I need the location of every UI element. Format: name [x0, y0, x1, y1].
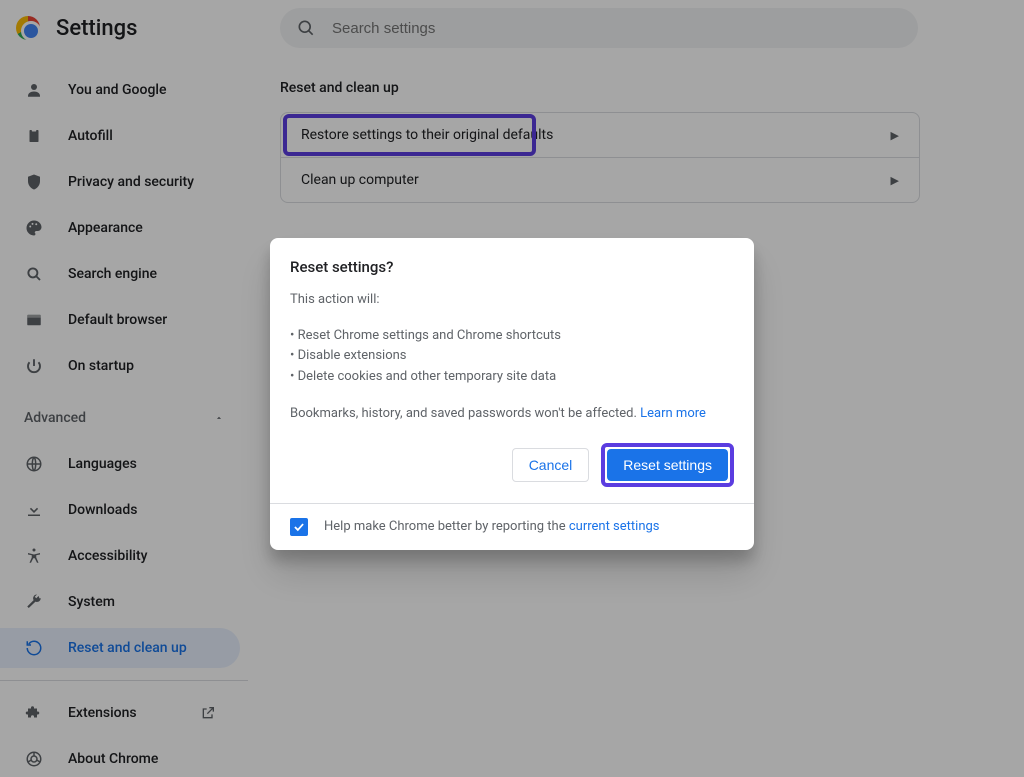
- dialog-title: Reset settings?: [290, 258, 734, 276]
- current-settings-link[interactable]: current settings: [569, 519, 660, 534]
- dialog-bullets: • Reset Chrome settings and Chrome short…: [290, 326, 734, 388]
- modal-overlay[interactable]: Reset settings? This action will: • Rese…: [0, 0, 1024, 777]
- dialog-bullet: • Delete cookies and other temporary sit…: [290, 367, 734, 388]
- help-checkbox[interactable]: [290, 518, 308, 536]
- dialog-note-text: Bookmarks, history, and saved passwords …: [290, 406, 640, 421]
- dialog-help-row: Help make Chrome better by reporting the…: [270, 503, 754, 550]
- dialog-bullet: • Disable extensions: [290, 346, 734, 367]
- reset-settings-button[interactable]: Reset settings: [607, 449, 728, 481]
- highlight-reset-button: Reset settings: [601, 443, 734, 487]
- cancel-button[interactable]: Cancel: [512, 448, 590, 482]
- learn-more-link[interactable]: Learn more: [640, 406, 706, 421]
- dialog-lead: This action will:: [290, 290, 734, 310]
- dialog-note: Bookmarks, history, and saved passwords …: [290, 406, 734, 421]
- help-text: Help make Chrome better by reporting the: [324, 519, 569, 534]
- dialog-bullet: • Reset Chrome settings and Chrome short…: [290, 326, 734, 347]
- reset-settings-dialog: Reset settings? This action will: • Rese…: [270, 238, 754, 550]
